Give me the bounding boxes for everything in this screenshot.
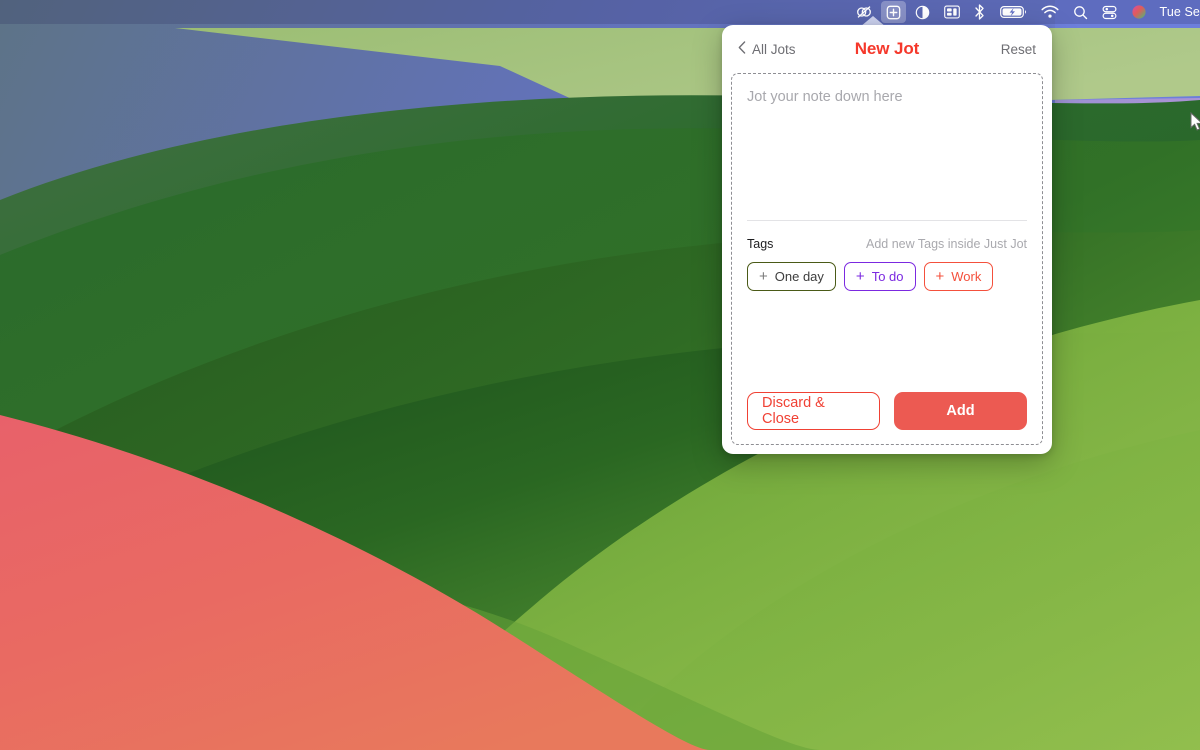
menubar-clock[interactable]: Tue Se — [1154, 5, 1200, 19]
control-center-icon[interactable] — [1097, 1, 1122, 23]
spotlight-search-icon[interactable] — [1068, 1, 1093, 23]
chevron-left-icon — [738, 41, 746, 57]
tag-list: + One day + To do + Work — [747, 262, 1027, 291]
tag-label: One day — [774, 269, 824, 284]
tags-label: Tags — [747, 237, 774, 251]
tag-chip-to-do[interactable]: + To do — [843, 262, 916, 291]
tag-chip-work[interactable]: + Work — [923, 262, 994, 291]
tag-label: Work — [951, 269, 982, 284]
popover-header: All Jots New Jot Reset — [722, 25, 1052, 73]
new-jot-popover: All Jots New Jot Reset Tags Add new Tags… — [722, 25, 1052, 454]
jot-drop-area: Tags Add new Tags inside Just Jot + One … — [731, 73, 1043, 445]
action-buttons: Discard & Close Add — [747, 392, 1027, 432]
siri-icon[interactable] — [1126, 1, 1152, 23]
plus-icon: + — [935, 268, 945, 285]
macos-menubar: Tue Se — [0, 0, 1200, 24]
tag-label: To do — [871, 269, 904, 284]
wifi-icon[interactable] — [1036, 1, 1064, 23]
note-input[interactable] — [747, 88, 1027, 218]
discard-and-close-button[interactable]: Discard & Close — [747, 392, 880, 430]
flex-spacer — [747, 291, 1027, 392]
back-to-all-jots-button[interactable]: All Jots — [738, 41, 796, 57]
tag-chip-one-day[interactable]: + One day — [747, 262, 836, 291]
add-button[interactable]: Add — [894, 392, 1027, 430]
tags-hint: Add new Tags inside Just Jot — [866, 237, 1027, 251]
display-contrast-icon[interactable] — [910, 1, 935, 23]
plus-icon: + — [759, 268, 768, 285]
tags-header: Tags Add new Tags inside Just Jot — [747, 237, 1027, 251]
note-divider — [747, 220, 1027, 221]
reset-button[interactable]: Reset — [1001, 42, 1036, 57]
battery-charging-icon[interactable] — [995, 1, 1032, 23]
bluetooth-icon[interactable] — [969, 1, 991, 23]
mouse-cursor — [1190, 112, 1200, 132]
back-label: All Jots — [752, 41, 796, 57]
plus-icon: + — [855, 268, 865, 285]
window-manager-icon[interactable] — [939, 1, 965, 23]
menubar-status-items: Tue Se — [849, 0, 1200, 24]
